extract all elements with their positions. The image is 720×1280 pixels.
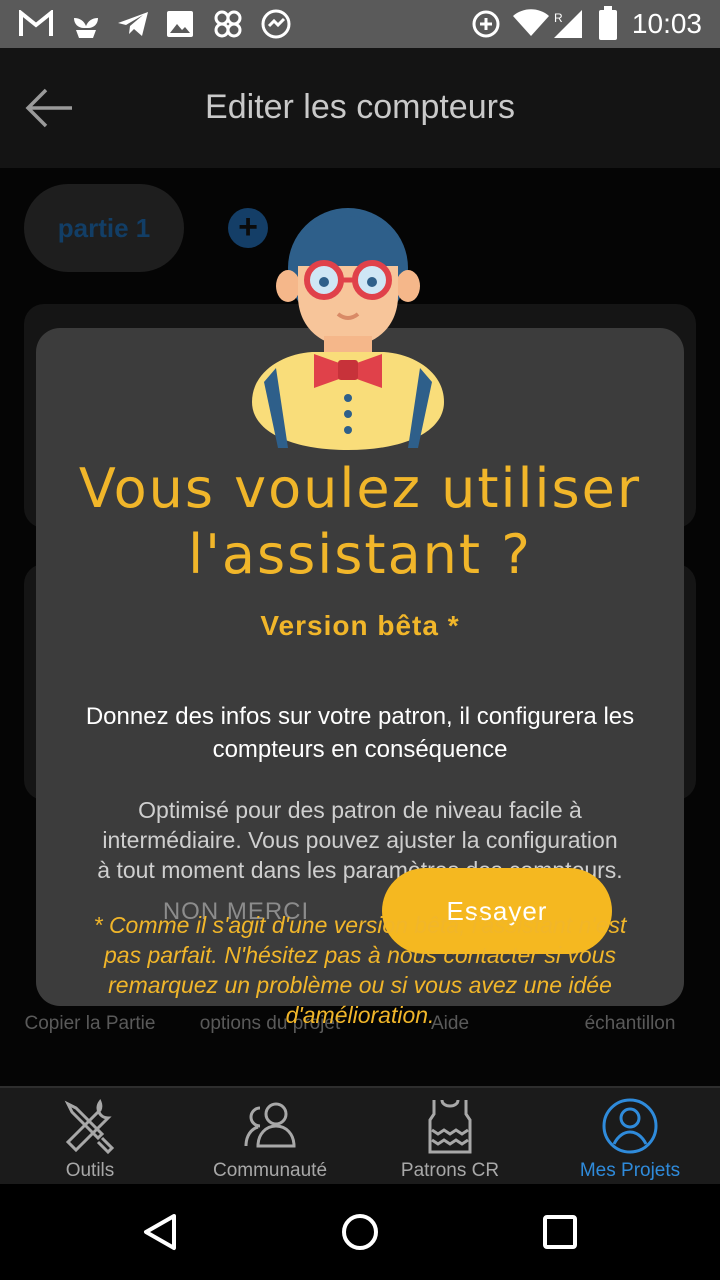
- sweater-icon: [428, 1099, 472, 1154]
- telegram-icon: [118, 12, 148, 36]
- nav-label: Communauté: [212, 1160, 328, 1181]
- nav-item-tools[interactable]: Outils: [0, 1088, 180, 1186]
- tools-icon: [64, 1099, 115, 1155]
- nav-label: Outils: [65, 1160, 115, 1181]
- profile-icon: [602, 1098, 658, 1154]
- gmail-icon: [19, 10, 53, 36]
- status-time: 10:03: [631, 8, 702, 39]
- battery-icon: [599, 6, 617, 40]
- nav-label: Patrons CR: [400, 1160, 500, 1181]
- data-saver-icon: [472, 10, 500, 38]
- plant-icon: [74, 18, 98, 38]
- back-icon[interactable]: [140, 1212, 180, 1252]
- wifi-icon: [513, 9, 549, 36]
- version-label: Version bêta *: [260, 610, 460, 641]
- community-icon: [244, 1102, 296, 1148]
- recents-icon[interactable]: [542, 1214, 578, 1250]
- signal-icon: R: [554, 10, 582, 38]
- pinwheel-icon: [214, 10, 242, 38]
- home-icon[interactable]: [340, 1212, 380, 1252]
- assistant-avatar-icon: [252, 208, 444, 450]
- nav-item-community[interactable]: Communauté: [180, 1088, 360, 1186]
- dialog-title: Vous voulez utiliser l'assistant ?: [78, 457, 642, 586]
- sync-icon: [261, 9, 291, 39]
- status-bar: R 10:03: [0, 0, 720, 48]
- app-bar: Editer les compteurs: [0, 48, 720, 168]
- svg-text:R: R: [554, 11, 563, 25]
- bottom-nav: Outils Communauté Patrons CR Mes Projets: [0, 1086, 720, 1184]
- part-chip[interactable]: partie 1: [24, 184, 184, 272]
- nav-label: Mes Projets: [579, 1160, 681, 1181]
- page-title: Editer les compteurs: [205, 88, 515, 126]
- nav-item-patterns[interactable]: Patrons CR: [360, 1088, 540, 1186]
- image-icon: [167, 11, 193, 37]
- dialog-description: Donnez des infos sur votre patron, il co…: [85, 703, 635, 763]
- beta-disclaimer: * Comme il s'agit d'une version bêta, l'…: [93, 912, 627, 1028]
- system-nav-bar: [0, 1184, 720, 1280]
- nav-item-my-projects[interactable]: Mes Projets: [540, 1088, 720, 1186]
